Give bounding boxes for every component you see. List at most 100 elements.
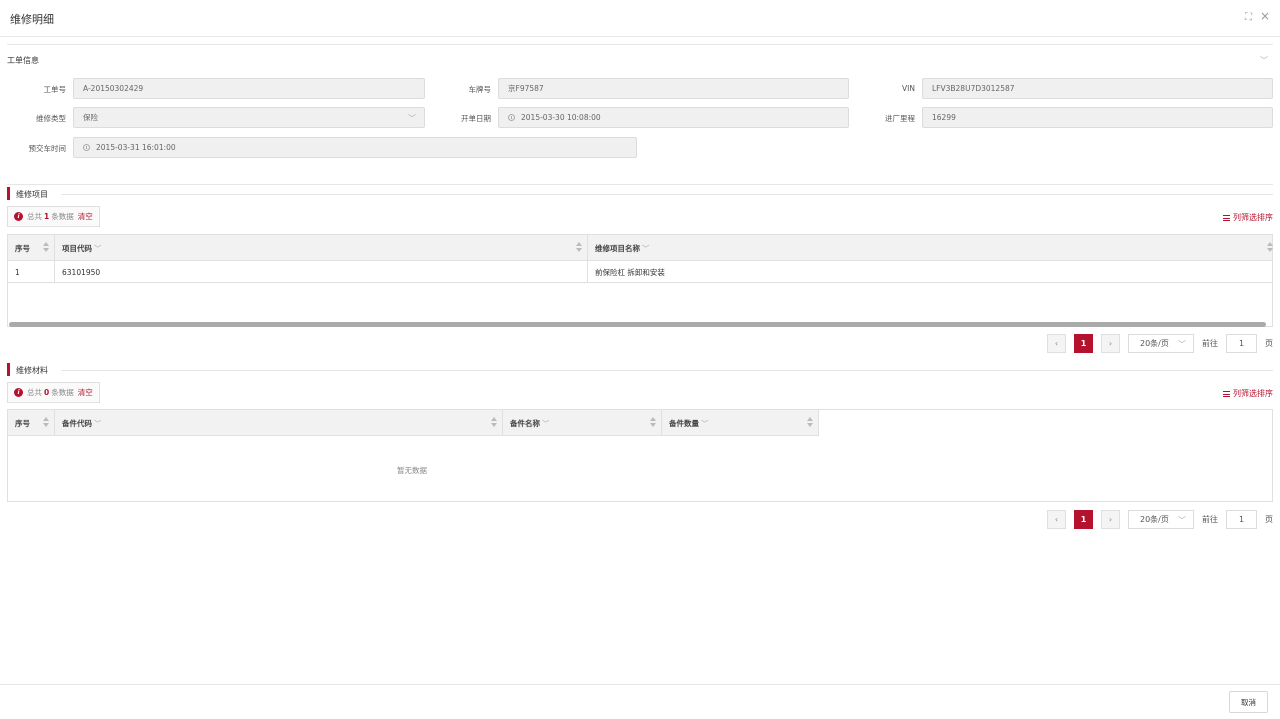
repair-type-value: 保险 [83, 113, 98, 122]
page-button-current[interactable]: 1 [1074, 334, 1093, 353]
column-header-seq[interactable]: 序号 [8, 410, 55, 436]
goto-page-input[interactable]: 1 [1226, 334, 1257, 353]
chevron-down-icon[interactable]: ﹀ [94, 418, 102, 429]
column-header-part-qty[interactable]: 备件数量 ﹀ [662, 410, 819, 436]
repair-items-section-title: 维修项目 [16, 190, 48, 199]
cancel-button[interactable]: 取消 [1229, 691, 1268, 713]
chevron-down-icon: ﹀ [1178, 340, 1186, 349]
open-date-value: 2015-03-30 10:08:00 [521, 113, 601, 122]
delivery-time-field: 2015-03-31 16:01:00 [73, 137, 637, 158]
chevron-down-icon: ﹀ [1178, 516, 1186, 525]
column-header-name[interactable]: 维修项目名称 ﹀ [588, 235, 1273, 261]
chevron-down-icon[interactable]: ﹀ [701, 418, 709, 429]
page-unit-label: 页 [1265, 339, 1273, 348]
chevron-down-icon[interactable]: ﹀ [542, 418, 550, 429]
next-page-button[interactable]: › [1101, 510, 1120, 529]
vin-field: LFV3B28U7D3012587 [922, 78, 1273, 99]
divider [61, 370, 1273, 371]
repair-items-pagination: ‹ 1 › 20条/页 ﹀ 前往 1 页 [1047, 334, 1273, 353]
filter-icon [1223, 214, 1230, 221]
column-header-part-code[interactable]: 备件代码 ﹀ [55, 410, 503, 436]
close-icon[interactable]: × [1260, 9, 1270, 23]
fullscreen-icon[interactable]: ⛶ [1245, 12, 1252, 23]
order-no-field: A-20150302429 [73, 78, 425, 99]
table-row[interactable]: 1 63101950 前保险杠 拆卸和安装 [8, 261, 1272, 283]
cell-seq: 1 [8, 261, 55, 283]
page-button-current[interactable]: 1 [1074, 510, 1093, 529]
column-header-code[interactable]: 项目代码 ﹀ [55, 235, 588, 261]
section-marker [7, 363, 10, 376]
clear-link[interactable]: 清空 [78, 211, 93, 222]
column-header-seq[interactable]: 序号 [8, 235, 55, 261]
goto-label: 前往 [1202, 339, 1218, 348]
vin-value: LFV3B28U7D3012587 [932, 84, 1015, 93]
sort-icon[interactable] [491, 417, 497, 428]
plate-value: 京F97587 [508, 84, 544, 93]
repair-materials-pagination: ‹ 1 › 20条/页 ﹀ 前往 1 页 [1047, 510, 1273, 529]
column-filter-label: 列筛选排序 [1233, 213, 1273, 222]
repair-materials-table: 序号 备件代码 ﹀ 备件名称 ﹀ 备件数量 ﹀ 暂无数据 [7, 409, 1273, 502]
goto-label: 前往 [1202, 515, 1218, 524]
repair-type-label: 维修类型 [36, 114, 66, 123]
goto-page-input[interactable]: 1 [1226, 510, 1257, 529]
dialog-title: 维修明细 [10, 13, 54, 26]
sort-icon[interactable] [576, 242, 582, 253]
clock-icon [508, 114, 515, 121]
sort-icon[interactable] [43, 242, 49, 253]
open-date-label: 开单日期 [461, 114, 491, 123]
chevron-down-icon[interactable]: ﹀ [94, 243, 102, 254]
clear-link[interactable]: 清空 [78, 387, 93, 398]
mileage-label: 进厂里程 [885, 114, 915, 123]
page-unit-label: 页 [1265, 515, 1273, 524]
mileage-value: 16299 [932, 113, 956, 122]
page-size-select[interactable]: 20条/页 ﹀ [1128, 510, 1194, 529]
work-order-section-title: 工单信息 [7, 56, 39, 65]
section-marker [7, 187, 10, 200]
repair-type-select[interactable]: 保险 ﹀ [73, 107, 425, 128]
info-suffix: 条数据 [51, 212, 74, 221]
prev-page-button[interactable]: ‹ [1047, 334, 1066, 353]
page-size-select[interactable]: 20条/页 ﹀ [1128, 334, 1194, 353]
sort-icon[interactable] [1267, 242, 1273, 253]
order-no-value: A-20150302429 [83, 84, 144, 93]
filter-icon [1223, 390, 1230, 397]
info-icon: i [14, 212, 23, 221]
info-suffix: 条数据 [51, 388, 74, 397]
open-date-field: 2015-03-30 10:08:00 [498, 107, 849, 128]
next-page-button[interactable]: › [1101, 334, 1120, 353]
column-filter-button[interactable]: 列筛选排序 [1223, 212, 1273, 223]
table-header: 序号 项目代码 ﹀ 维修项目名称 ﹀ [8, 235, 1273, 261]
vin-label: VIN [902, 84, 915, 93]
repair-items-info-bar: i 总共 1 条数据 清空 [7, 206, 100, 227]
cell-code: 63101950 [55, 261, 588, 283]
chevron-down-icon[interactable]: ﹀ [642, 243, 650, 254]
dialog-header: 维修明细 ⛶ × [0, 0, 1280, 37]
info-prefix: 总共 [27, 212, 42, 221]
sort-icon[interactable] [650, 417, 656, 428]
horizontal-scrollbar[interactable] [9, 322, 1266, 327]
prev-page-button[interactable]: ‹ [1047, 510, 1066, 529]
divider [7, 44, 1273, 45]
repair-items-table: 序号 项目代码 ﹀ 维修项目名称 ﹀ 1 63101950 前保险杠 拆卸和安装 [7, 234, 1273, 327]
column-header-part-name[interactable]: 备件名称 ﹀ [503, 410, 662, 436]
empty-data-text: 暂无数据 [397, 466, 427, 475]
header-actions: ⛶ × [1245, 9, 1270, 23]
plate-field: 京F97587 [498, 78, 849, 99]
info-count: 0 [44, 388, 50, 397]
column-filter-button[interactable]: 列筛选排序 [1223, 388, 1273, 399]
delivery-time-label: 预交车时间 [28, 144, 67, 153]
sort-icon[interactable] [43, 417, 49, 428]
order-no-label: 工单号 [43, 85, 67, 94]
sort-icon[interactable] [807, 417, 813, 428]
collapse-chevron-icon[interactable]: ﹀ [1260, 55, 1268, 66]
column-filter-label: 列筛选排序 [1233, 389, 1273, 398]
delivery-time-value: 2015-03-31 16:01:00 [96, 143, 176, 152]
cell-name: 前保险杠 拆卸和安装 [595, 267, 665, 277]
repair-materials-section-title: 维修材料 [16, 366, 48, 375]
divider [61, 194, 1273, 195]
mileage-field: 16299 [922, 107, 1273, 128]
table-header: 序号 备件代码 ﹀ 备件名称 ﹀ 备件数量 ﹀ [8, 410, 819, 436]
info-icon: i [14, 388, 23, 397]
repair-materials-info-bar: i 总共 0 条数据 清空 [7, 382, 100, 403]
footer-divider [0, 684, 1280, 685]
